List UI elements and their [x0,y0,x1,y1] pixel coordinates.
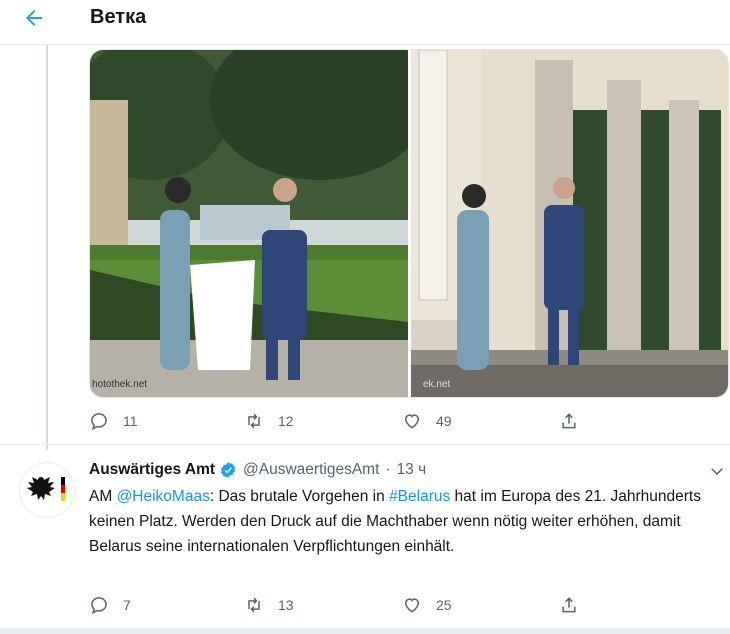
tweet-timestamp[interactable]: 13 ч [397,461,427,479]
photo-garden[interactable]: hotothek.net [90,50,408,397]
mention-link[interactable]: @HeikoMaas [117,488,210,505]
separator-dot: · [385,461,391,478]
back-button[interactable] [18,4,50,32]
reply-button[interactable]: 7 [89,595,131,615]
heart-icon [404,414,420,429]
like-button[interactable]: 49 [402,411,452,431]
heart-icon [404,598,420,613]
tweet-text: AM @HeikoMaas: Das brutale Vorgehen in #… [89,484,719,559]
reply-button[interactable]: 11 [89,411,138,431]
retweet-count: 13 [278,597,294,613]
avatar[interactable] [19,462,75,518]
tweet-header: Auswärtiges Amt @AuswaertigesAmt · 13 ч [89,459,426,481]
tweet-text-prefix: AM [89,488,117,505]
arrow-left-icon [26,10,42,26]
retweet-icon [248,597,260,613]
more-options-button[interactable] [708,462,726,480]
retweet-button[interactable]: 13 [244,595,294,615]
tweet-text-part1: : Das brutale Vorgehen in [209,488,390,505]
hashtag-link[interactable]: #Belarus [389,488,450,505]
reply-icon [91,413,107,430]
like-count: 49 [436,413,452,429]
like-button[interactable]: 25 [402,595,452,615]
photo-colonnade[interactable]: ek.net [411,50,728,397]
top-bar: Ветка [0,0,730,45]
photo-watermark-left: hotothek.net [92,379,147,390]
reply-count: 7 [123,597,131,613]
author-name[interactable]: Auswärtiges Amt [89,461,215,479]
bottom-separator [0,628,730,634]
tweet-actions: 11 12 49 [89,411,669,437]
retweet-count: 12 [278,413,294,429]
share-button[interactable] [559,595,579,615]
federal-eagle-logo [27,477,65,501]
share-button[interactable] [559,411,579,431]
tweet-media-grid: hotothek.net ek.net [89,49,729,398]
chevron-down-icon [711,468,723,476]
photo-watermark-right: ek.net [423,379,450,390]
retweet-button[interactable]: 12 [244,411,294,431]
reply-count: 11 [123,413,138,429]
reply-icon [91,597,107,614]
verified-badge-icon [219,461,237,479]
share-icon [562,597,576,613]
reply-tweet-actions: 7 13 25 [89,595,669,621]
retweet-icon [248,413,260,429]
share-icon [562,413,576,429]
like-count: 25 [436,597,452,613]
author-handle[interactable]: @AuswaertigesAmt [243,461,379,479]
tweet-divider [0,444,730,445]
page-title: Ветка [90,6,147,28]
thread-connector-line [46,45,48,450]
